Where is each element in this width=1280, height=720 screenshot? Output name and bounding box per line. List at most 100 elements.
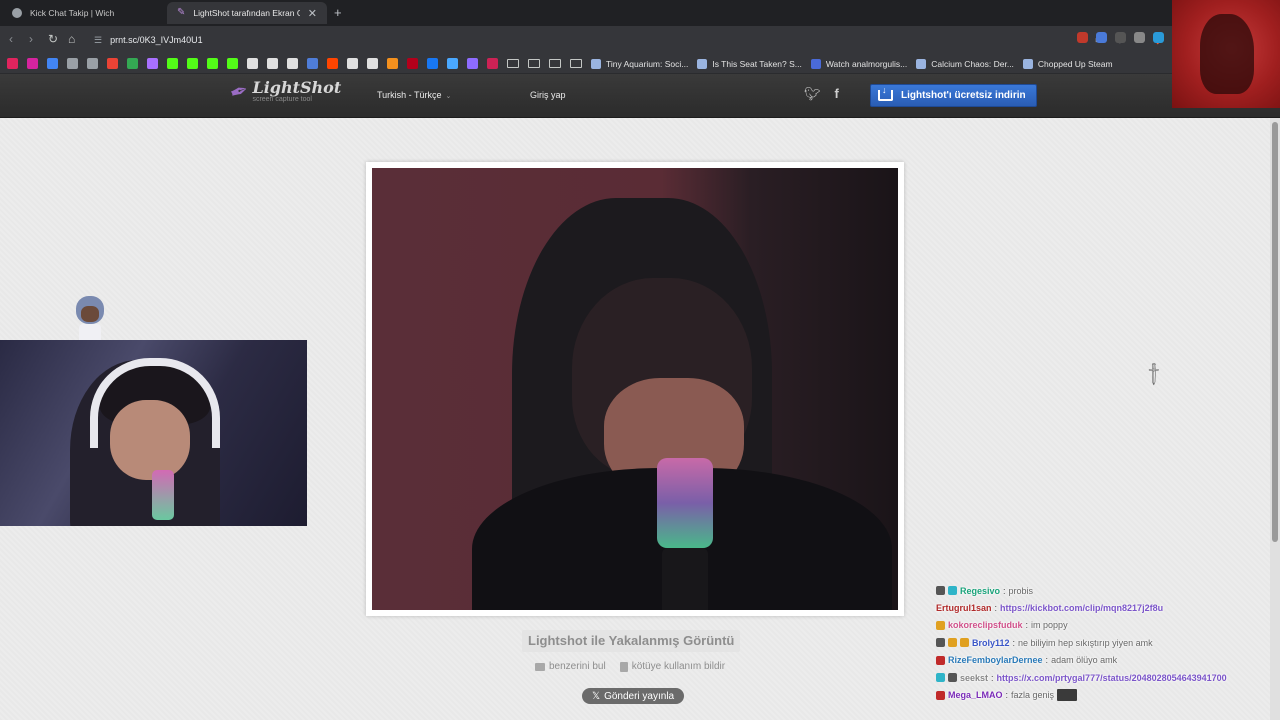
bookmark-icon[interactable]: [307, 58, 318, 69]
chat-username[interactable]: Ertugrul1san: [936, 603, 992, 613]
folder-icon[interactable]: [528, 59, 540, 68]
bookmark-icon[interactable]: [147, 58, 158, 69]
bookmark-icon[interactable]: [127, 58, 138, 69]
extension-icon[interactable]: [1115, 32, 1126, 43]
bookmark-icon[interactable]: [107, 58, 118, 69]
steam-icon: [1022, 58, 1033, 69]
bookmark-icon[interactable]: [247, 58, 258, 69]
report-abuse-link[interactable]: kötüye kullanım bildir: [619, 661, 725, 672]
lightshot-logo[interactable]: ✒ LightShot screen capture tool: [226, 76, 341, 106]
bookmark-icon[interactable]: [287, 58, 298, 69]
tab-title: LightShot tarafından Ekran Görü: [193, 8, 299, 18]
screenshot-title: Lightshot ile Yakalanmış Görüntü: [522, 630, 741, 652]
feather-icon: ✎: [177, 7, 186, 18]
bookmark-icon[interactable]: [347, 58, 358, 69]
bookmark-icon[interactable]: [47, 58, 58, 69]
bookmark-icon[interactable]: [67, 58, 78, 69]
twitter-icon[interactable]: 🐦︎: [804, 86, 821, 102]
chat-text: fazla geniş: [1011, 690, 1055, 701]
x-icon: 𝕏: [592, 690, 601, 702]
bookmark-icon[interactable]: [87, 58, 98, 69]
bookmark-icon[interactable]: [327, 58, 338, 69]
tab-strip: Kick Chat Takip | Wich ✎ LightShot taraf…: [0, 0, 1280, 26]
reload-icon[interactable]: ↻: [48, 33, 58, 45]
chat-text: probis: [1008, 585, 1034, 596]
chat-badge-icon: [936, 690, 945, 700]
bookmark-watch[interactable]: Watch analmorgulis...: [810, 58, 907, 69]
bookmark-icon[interactable]: [427, 58, 438, 69]
post-button[interactable]: 𝕏 Gönderi yayınla: [582, 688, 685, 704]
bookmark-icon[interactable]: [487, 58, 498, 69]
chat-username[interactable]: Broly112: [972, 638, 1010, 648]
address-bar[interactable]: ☰ prnt.sc/0K3_IVJm40U1: [86, 29, 1166, 51]
chat-badge-icon: [936, 586, 945, 596]
language-select[interactable]: Turkish - Türkçe ⌄: [377, 90, 451, 100]
page-scrollbar[interactable]: [1270, 118, 1280, 720]
bookmark-icon[interactable]: [267, 58, 278, 69]
bookmark-chopped-up[interactable]: Chopped Up Steam: [1022, 58, 1113, 69]
bookmark-seat-taken[interactable]: Is This Seat Taken? S...: [697, 58, 802, 69]
tab-lightshot[interactable]: ✎ LightShot tarafından Ekran Görü ✕: [167, 2, 327, 24]
bookmark-icon[interactable]: [467, 58, 478, 69]
chat-username[interactable]: Mega_LMAO: [948, 690, 1003, 700]
extension-icon[interactable]: [1134, 32, 1145, 43]
globe-icon: [12, 8, 22, 18]
download-button[interactable]: Lightshot'ı ücretsiz indirin: [870, 84, 1037, 107]
bookmark-calcium-chaos[interactable]: Calcium Chaos: Der...: [916, 58, 1014, 69]
chat-username[interactable]: Regesivo: [960, 586, 1000, 596]
chat-message: Regesivo: probis: [936, 582, 1266, 599]
facebook-icon[interactable]: f: [835, 86, 839, 102]
chat-badge-icon: [960, 638, 969, 648]
bookmark-icon[interactable]: [387, 58, 398, 69]
screenshot-image[interactable]: [372, 168, 898, 610]
social-links: 🐦︎ f: [804, 86, 839, 102]
bookmark-tiny-aquarium[interactable]: Tiny Aquarium: Soci...: [591, 58, 688, 69]
new-tab-button[interactable]: +: [334, 5, 342, 20]
bookmark-icon[interactable]: [407, 58, 418, 69]
forward-icon[interactable]: ›: [29, 33, 33, 45]
chat-badge-icon: [948, 586, 957, 596]
extension-icon[interactable]: [1096, 32, 1107, 43]
close-tab-icon[interactable]: ✕: [308, 7, 317, 20]
bookmark-icon[interactable]: [187, 58, 198, 69]
find-similar-link[interactable]: benzerini bul: [535, 661, 606, 672]
chat-username[interactable]: kokoreclipsfuduk: [948, 620, 1023, 630]
folder-icon[interactable]: [570, 59, 582, 68]
back-icon[interactable]: ‹: [9, 33, 13, 45]
bookmark-icon[interactable]: [207, 58, 218, 69]
chat-badge-icon: [936, 655, 945, 665]
bookmark-icon[interactable]: [367, 58, 378, 69]
chat-message: Mega_LMAO: fazla geniş: [936, 686, 1266, 703]
chat-text: ne biliyim hep sıkıştırıp yiyen amk: [1018, 637, 1153, 648]
bookmark-icon[interactable]: [227, 58, 238, 69]
chat-message: kokoreclipsfuduk: im poppy: [936, 617, 1266, 634]
steam-icon: [591, 58, 601, 69]
bookmark-icon[interactable]: [27, 58, 38, 69]
screenshot-frame: [366, 162, 904, 616]
bookmarks-bar: Tiny Aquarium: Soci... Is This Seat Take…: [0, 54, 1280, 74]
bookmark-icon[interactable]: [167, 58, 178, 69]
site-info-icon[interactable]: ☰: [94, 35, 102, 46]
bookmark-icon[interactable]: [7, 58, 18, 69]
chat-message: Ertugrul1san: https://kickbot.com/clip/mq…: [936, 603, 1164, 614]
tab-title: Kick Chat Takip | Wich: [30, 8, 115, 18]
chat-message: RizeFemboylarDernee: adam ölüyo amk: [936, 652, 1266, 669]
extensions-row: [1077, 32, 1164, 43]
chat-message: Broly112: ne biliyim hep sıkıştırıp yiyen…: [936, 634, 1266, 651]
folder-icon[interactable]: [549, 59, 561, 68]
bookmark-page-icon[interactable]: ⌂: [68, 33, 75, 45]
chat-badge-icon: [948, 638, 957, 648]
folder-icon[interactable]: [507, 59, 519, 68]
login-link[interactable]: Giriş yap: [530, 90, 566, 100]
chat-badge-icon: [936, 638, 945, 648]
ublock-icon[interactable]: [1077, 32, 1088, 43]
screenshot-actions: benzerini bul kötüye kullanım bildir: [535, 661, 725, 672]
chat-username[interactable]: RizeFemboylarDernee: [948, 655, 1043, 665]
extension-icon[interactable]: [1153, 32, 1164, 43]
bookmark-icon[interactable]: [447, 58, 458, 69]
chat-text: adam ölüyo amk: [1051, 655, 1118, 666]
chat-username[interactable]: seekst: [960, 673, 988, 683]
tab-kick-chat[interactable]: Kick Chat Takip | Wich: [2, 2, 167, 24]
chat-link[interactable]: https://x.com/prtygal777/status/20480280…: [997, 673, 1227, 683]
chat-link[interactable]: https://kickbot.com/clip/mqn8217j2f8u: [1000, 603, 1163, 613]
